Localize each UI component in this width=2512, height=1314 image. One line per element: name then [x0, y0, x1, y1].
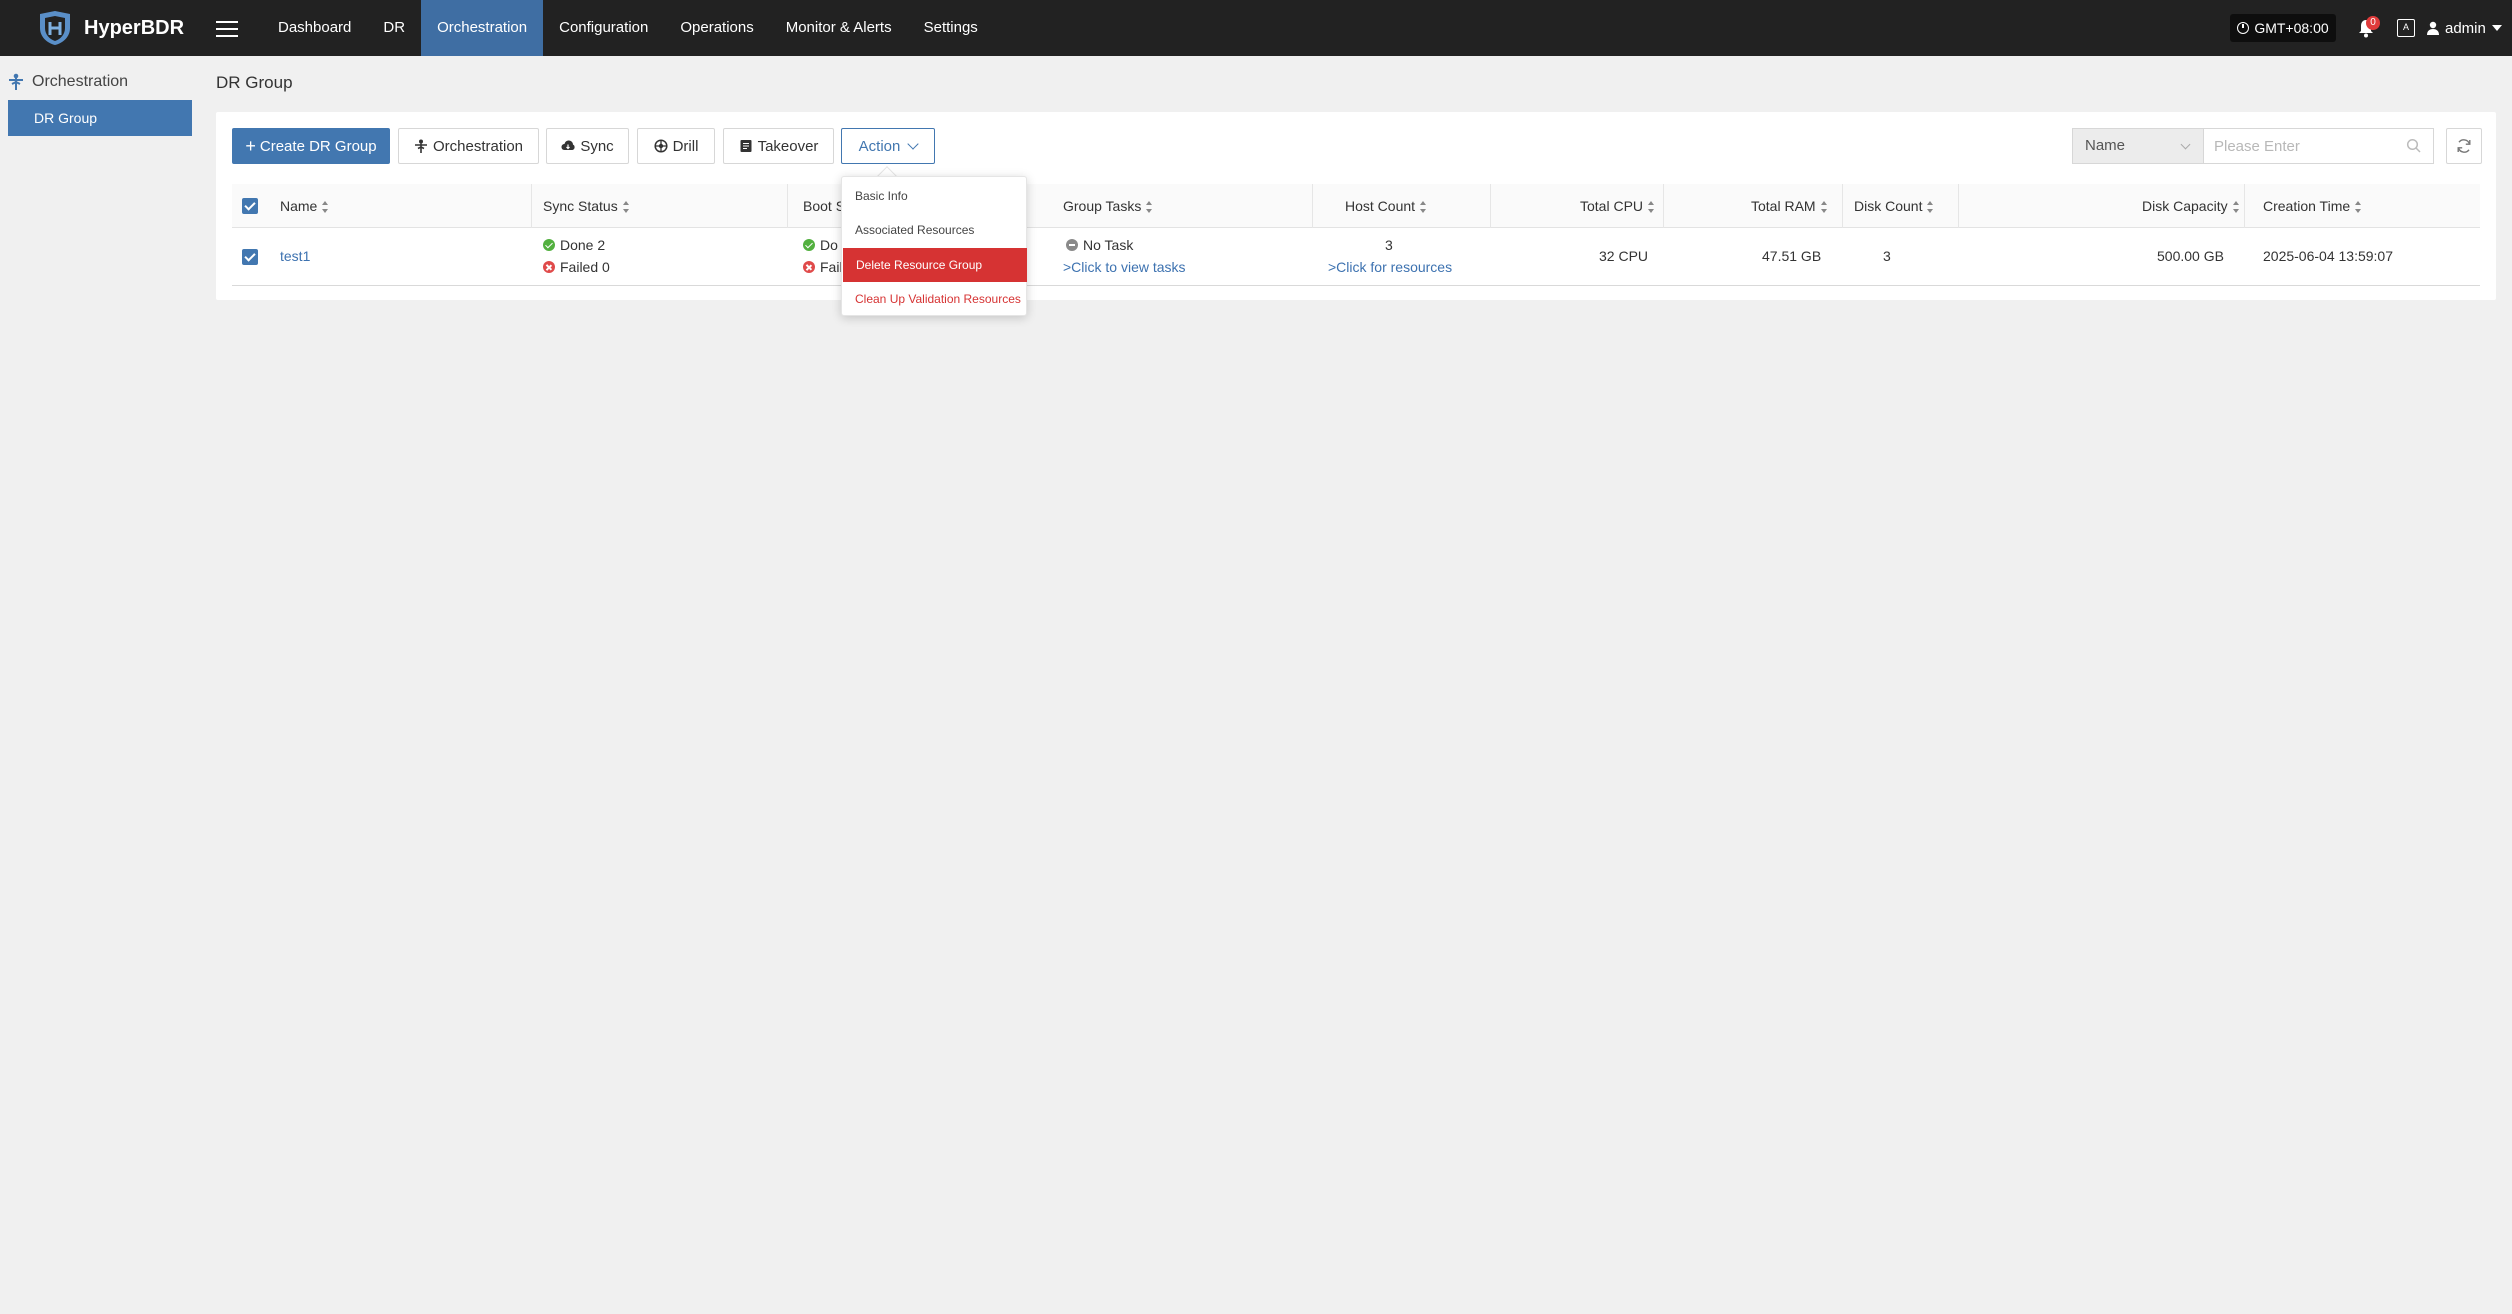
error-circle-icon	[543, 261, 555, 273]
column-header-creation-time[interactable]: Creation Time	[2263, 184, 2363, 228]
menu-item-associated-resources[interactable]: Associated Resources	[842, 213, 1028, 247]
host-count-value: 3	[1385, 237, 1393, 253]
sort-icon	[1927, 201, 1935, 214]
top-navbar: HyperBDR Dashboard DR Orchestration Conf…	[0, 0, 2512, 56]
boot-failed-status: Fail	[803, 259, 843, 275]
column-header-name[interactable]: Name	[280, 184, 330, 228]
nav-item-monitor-alerts[interactable]: Monitor & Alerts	[770, 0, 908, 56]
sort-icon	[2355, 201, 2363, 214]
chevron-down-icon	[2491, 25, 2502, 31]
refresh-icon	[2457, 139, 2471, 153]
refresh-button[interactable]	[2446, 128, 2482, 164]
cloud-sync-icon	[561, 140, 575, 150]
user-icon	[2427, 21, 2439, 35]
orchestration-button[interactable]: Orchestration	[398, 128, 539, 164]
nav-item-configuration[interactable]: Configuration	[543, 0, 664, 56]
nav-item-orchestration[interactable]: Orchestration	[421, 0, 544, 56]
takeover-label: Takeover	[757, 137, 819, 155]
logo-shield-icon	[40, 11, 70, 45]
boot-done-status: Do	[803, 237, 838, 253]
sync-label: Sync	[580, 137, 614, 155]
create-dr-group-label: Create DR Group	[259, 137, 377, 155]
column-header-sync-status[interactable]: Sync Status	[543, 184, 631, 228]
column-header-disk-count[interactable]: Disk Count	[1854, 184, 1935, 228]
chevron-down-icon	[907, 138, 920, 150]
menu-item-clean-up-validation-resources[interactable]: Clean Up Validation Resources	[842, 282, 1028, 316]
search-field-select[interactable]: Name	[2072, 128, 2204, 164]
search-icon[interactable]	[2406, 138, 2422, 154]
row-checkbox[interactable]	[242, 249, 258, 265]
create-dr-group-button[interactable]: + Create DR Group	[232, 128, 390, 164]
app-name: HyperBDR	[84, 16, 185, 39]
total-ram-value: 47.51 GB	[1762, 248, 1822, 264]
task-status: No Task	[1066, 237, 1133, 253]
drill-label: Drill	[672, 137, 699, 155]
action-dropdown-button[interactable]: Action	[841, 128, 935, 164]
sidebar-heading-label: Orchestration	[32, 73, 129, 90]
sort-icon	[1820, 201, 1829, 214]
view-resources-link[interactable]: >Click for resources	[1328, 259, 1452, 275]
column-header-total-ram[interactable]: Total RAM	[1751, 184, 1829, 228]
error-circle-icon	[803, 261, 815, 273]
column-header-group-tasks[interactable]: Group Tasks	[1063, 184, 1154, 228]
nav-item-dr[interactable]: DR	[367, 0, 421, 56]
orchestration-label: Orchestration	[432, 137, 524, 155]
sync-failed-status: Failed 0	[543, 259, 610, 275]
table-header: Name Sync Status Boot S Group Tasks Host…	[232, 184, 2480, 228]
column-header-disk-capacity[interactable]: Disk Capacity	[2142, 184, 2241, 228]
check-circle-icon	[803, 239, 815, 251]
page-title: DR Group	[216, 73, 293, 92]
drill-button[interactable]: Drill	[637, 128, 715, 164]
orchestration-icon	[9, 73, 23, 90]
action-dropdown-menu: Basic Info Associated Resources Delete R…	[841, 176, 1027, 316]
menu-item-delete-resource-group[interactable]: Delete Resource Group	[843, 248, 1027, 282]
search-field-value: Name	[2085, 137, 2126, 154]
action-label: Action	[858, 137, 901, 155]
menu-toggle-icon[interactable]	[216, 16, 238, 40]
sidebar-heading: Orchestration	[8, 72, 128, 92]
takeover-button[interactable]: Takeover	[723, 128, 834, 164]
menu-item-basic-info[interactable]: Basic Info	[842, 179, 1028, 213]
drill-icon	[654, 139, 668, 153]
column-header-host-count[interactable]: Host Count	[1345, 184, 1428, 228]
takeover-icon	[740, 140, 752, 152]
disk-count-value: 3	[1883, 248, 1891, 264]
nav-item-dashboard[interactable]: Dashboard	[262, 0, 367, 56]
minus-circle-icon	[1066, 239, 1078, 251]
nav-item-operations[interactable]: Operations	[664, 0, 769, 56]
sort-icon	[622, 201, 631, 214]
sort-icon	[1146, 201, 1154, 214]
sort-icon	[322, 201, 330, 214]
sync-button[interactable]: Sync	[546, 128, 629, 164]
sort-icon	[1420, 201, 1428, 214]
total-cpu-value: 32 CPU	[1599, 248, 1649, 264]
check-circle-icon	[543, 239, 555, 251]
clock-icon	[2237, 22, 2250, 34]
sort-icon	[1648, 201, 1656, 214]
plus-icon: +	[245, 136, 256, 156]
creation-time-value: 2025-06-04 13:59:07	[2263, 248, 2393, 264]
timezone-badge[interactable]: GMT+08:00	[2230, 14, 2336, 42]
timezone-label: GMT+08:00	[2254, 20, 2329, 36]
orchestration-icon	[414, 139, 427, 153]
app-logo[interactable]: HyperBDR	[36, 10, 184, 46]
view-tasks-link[interactable]: >Click to view tasks	[1063, 259, 1186, 275]
sync-done-status: Done 2	[543, 237, 605, 253]
notification-badge: 0	[2366, 16, 2380, 30]
user-name: admin	[2445, 19, 2486, 37]
nav-item-settings[interactable]: Settings	[908, 0, 994, 56]
sort-icon	[2232, 201, 2241, 214]
language-icon[interactable]: A	[2397, 19, 2415, 37]
main-nav: Dashboard DR Orchestration Configuration…	[262, 0, 994, 56]
column-header-boot-status[interactable]: Boot S	[803, 184, 845, 228]
user-menu[interactable]: admin	[2426, 0, 2502, 56]
disk-capacity-value: 500.00 GB	[2157, 248, 2224, 264]
chevron-down-icon	[2180, 139, 2191, 150]
sidebar-item-dr-group[interactable]: DR Group	[8, 100, 192, 136]
row-name-link[interactable]: test1	[280, 248, 310, 264]
table-row[interactable]: test1 Done 2 Failed 0 Do Fail No Task >C…	[232, 228, 2480, 286]
search-input[interactable]	[2204, 128, 2434, 164]
column-header-total-cpu[interactable]: Total CPU	[1580, 184, 1656, 228]
select-all-checkbox[interactable]	[242, 198, 258, 214]
